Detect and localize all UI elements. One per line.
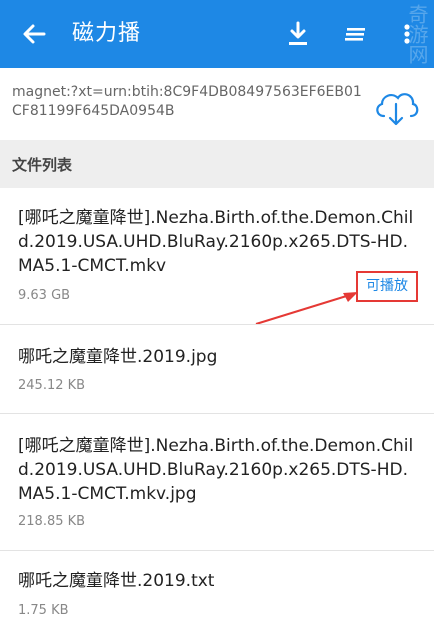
file-item[interactable]: [哪吒之魔童降世].Nezha.Birth.of.the.Demon.Child… xyxy=(0,414,434,550)
sort-icon[interactable] xyxy=(343,20,369,48)
file-size: 218.85 KB xyxy=(18,514,86,529)
magnet-link-row[interactable]: magnet:?xt=urn:btih:8C9F4DB08497563EF6EB… xyxy=(0,68,434,140)
file-name: 哪吒之魔童降世.2019.txt xyxy=(18,571,215,591)
download-icon[interactable] xyxy=(285,20,311,48)
page-title: 磁力播 xyxy=(72,21,142,46)
magnet-link[interactable]: magnet:?xt=urn:btih:8C9F4DB08497563EF6EB… xyxy=(12,83,362,121)
file-size: 9.63 GB xyxy=(18,288,71,303)
app-bar: 磁力播 奇游网 xyxy=(0,0,434,68)
file-item[interactable]: 哪吒之魔童降世.2019.txt 1.75 KB xyxy=(0,551,434,625)
file-size: 1.75 KB xyxy=(18,603,69,618)
watermark: 奇游网 xyxy=(405,4,429,64)
file-list-title: 文件列表 xyxy=(12,156,73,174)
file-name: 哪吒之魔童降世.2019.jpg xyxy=(18,347,218,367)
cloud-download-icon[interactable] xyxy=(372,86,420,128)
file-item[interactable]: [哪吒之魔童降世].Nezha.Birth.of.the.Demon.Child… xyxy=(0,188,434,324)
file-list-header: 文件列表 xyxy=(0,140,434,188)
file-item[interactable]: 哪吒之魔童降世.2019.jpg 245.12 KB xyxy=(0,325,434,413)
file-size: 245.12 KB xyxy=(18,378,86,393)
arrow-left-icon[interactable] xyxy=(18,18,50,50)
file-name: [哪吒之魔童降世].Nezha.Birth.of.the.Demon.Child… xyxy=(18,208,414,276)
playable-badge[interactable]: 可播放 xyxy=(356,271,418,302)
file-name: [哪吒之魔童降世].Nezha.Birth.of.the.Demon.Child… xyxy=(18,436,414,504)
